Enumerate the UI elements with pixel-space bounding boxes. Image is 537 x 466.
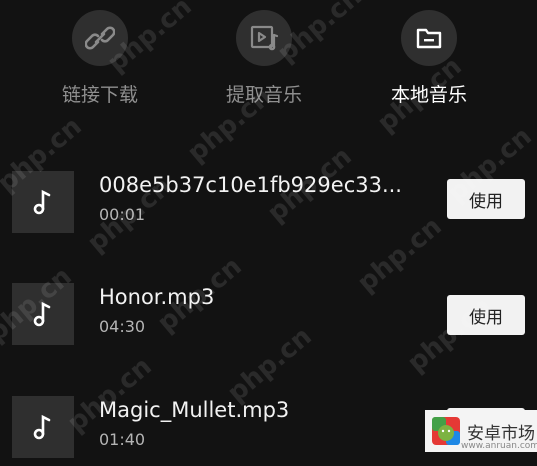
music-note-icon	[33, 414, 51, 440]
song-thumbnail	[12, 283, 74, 345]
tab-label: 本地音乐	[390, 84, 467, 106]
song-title: Magic_Mullet.mp3	[99, 398, 290, 422]
brand-badge: 安卓市场 www.anruan.com	[425, 410, 537, 452]
video-music-icon	[250, 25, 279, 51]
android-logo-icon	[432, 417, 460, 445]
music-note-icon	[33, 301, 51, 327]
song-duration: 00:01	[99, 205, 146, 224]
song-item[interactable]: Honor.mp3 04:30 使用	[0, 283, 537, 353]
folder-icon	[416, 28, 442, 49]
song-thumbnail	[12, 396, 74, 458]
tab-extract-music[interactable]: 提取音乐	[204, 10, 324, 107]
tab-circle	[401, 10, 457, 66]
tab-local-music[interactable]: 本地音乐	[369, 10, 489, 107]
song-thumbnail	[12, 171, 74, 233]
music-note-icon	[33, 189, 51, 215]
song-item[interactable]: 008e5b37c10e1fb929ec33... 00:01 使用	[0, 171, 537, 241]
brand-sub: www.anruan.com	[461, 441, 537, 451]
tab-link-download[interactable]: 链接下载	[40, 10, 160, 107]
tab-circle	[72, 10, 128, 66]
brand-text: 安卓市场	[467, 423, 535, 444]
song-duration: 01:40	[99, 430, 146, 449]
link-icon	[85, 26, 115, 50]
tab-circle	[236, 10, 292, 66]
tab-label: 链接下载	[61, 84, 138, 106]
song-title: 008e5b37c10e1fb929ec33...	[99, 173, 402, 197]
song-duration: 04:30	[99, 317, 146, 336]
tab-label: 提取音乐	[225, 84, 302, 106]
use-button[interactable]: 使用	[447, 295, 525, 335]
use-button[interactable]: 使用	[447, 179, 525, 219]
song-title: Honor.mp3	[99, 285, 215, 309]
